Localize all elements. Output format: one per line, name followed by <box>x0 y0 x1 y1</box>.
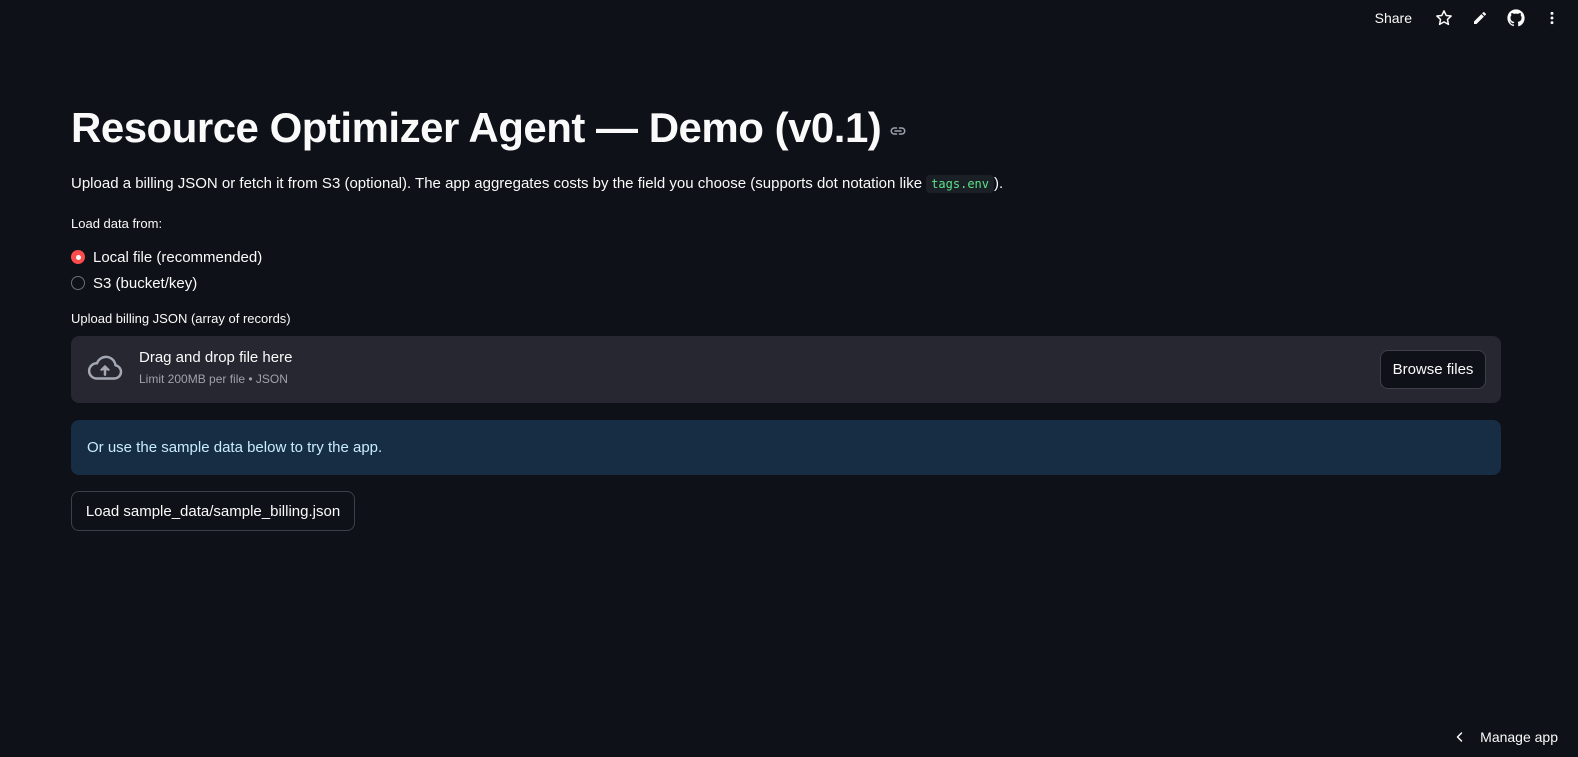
radio-local-file[interactable]: Local file (recommended) <box>71 244 262 270</box>
page-title: Resource Optimizer Agent — Demo (v0.1) <box>71 104 882 151</box>
inline-code: tags.env <box>926 175 994 193</box>
cloud-upload-icon <box>86 353 124 390</box>
chevron-left-icon <box>1454 731 1466 743</box>
manage-app-label: Manage app <box>1480 729 1558 745</box>
dropzone-text: Drag and drop file here Limit 200MB per … <box>139 349 292 386</box>
dropzone-instructions: Drag and drop file here <box>139 349 293 366</box>
kebab-menu-icon[interactable] <box>1534 0 1570 36</box>
browse-files-button[interactable]: Browse files <box>1380 350 1486 389</box>
radio-unselected-icon <box>71 276 85 290</box>
page-description: Upload a billing JSON or fetch it from S… <box>71 175 1004 193</box>
radio-label: Local file (recommended) <box>93 248 263 266</box>
star-icon[interactable] <box>1426 0 1462 36</box>
radio-selected-icon <box>71 250 85 264</box>
uploader-label: Upload billing JSON (array of records) <box>71 311 291 326</box>
file-dropzone[interactable]: Drag and drop file here Limit 200MB per … <box>71 336 1501 403</box>
data-source-label: Load data from: <box>71 216 163 231</box>
share-button[interactable]: Share <box>1375 10 1412 26</box>
pencil-icon[interactable] <box>1462 0 1498 36</box>
top-toolbar: Share <box>1375 0 1578 36</box>
data-source-radio-group: Local file (recommended) S3 (bucket/key) <box>71 244 262 296</box>
github-icon[interactable] <box>1498 0 1534 36</box>
description-end: ). <box>994 175 1004 192</box>
radio-s3[interactable]: S3 (bucket/key) <box>71 270 262 296</box>
radio-label: S3 (bucket/key) <box>93 274 198 292</box>
description-text: Upload a billing JSON or fetch it from S… <box>71 175 927 192</box>
link-icon[interactable] <box>889 122 907 140</box>
dropzone-limit: Limit 200MB per file • JSON <box>139 372 288 386</box>
load-sample-button[interactable]: Load sample_data/sample_billing.json <box>71 491 355 531</box>
title-row: Resource Optimizer Agent — Demo (v0.1) <box>71 104 907 152</box>
info-alert: Or use the sample data below to try the … <box>71 420 1501 475</box>
manage-app-button[interactable]: Manage app <box>1454 729 1558 745</box>
